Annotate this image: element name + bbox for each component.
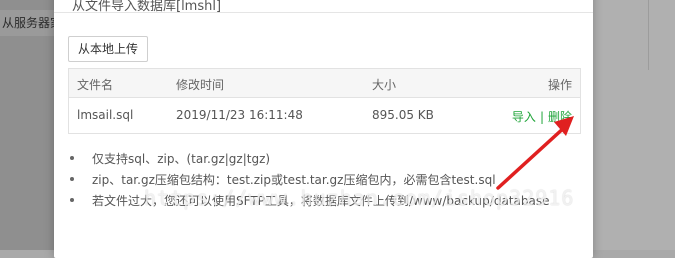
import-database-dialog: 从文件导入数据库[lmshl] 从本地上传 文件名 修改时间 大小 操作 lms…	[54, 0, 593, 258]
list-item: 仅支持sql、zip、(tar.gz|gz|tgz)	[68, 150, 549, 171]
header-actions: 操作	[547, 78, 572, 92]
background-server-text: 从服务器家	[2, 16, 63, 30]
file-modified-time: 2019/11/23 16:11:48	[176, 108, 303, 122]
arrow-shaft	[496, 124, 568, 190]
dialog-header-divider	[54, 12, 593, 13]
header-modified-time: 修改时间	[176, 78, 225, 92]
bullet-dot	[70, 156, 74, 160]
background-divider	[648, 0, 649, 70]
note-text: zip、tar.gz压缩包结构：test.zip或test.tar.gz压缩包内…	[92, 173, 496, 187]
upload-local-button[interactable]: 从本地上传	[68, 36, 148, 62]
header-filename: 文件名	[77, 78, 114, 92]
file-size: 895.05 KB	[372, 108, 434, 122]
table-header: 文件名 修改时间 大小 操作	[69, 69, 580, 98]
bullet-dot	[70, 198, 74, 202]
watermark-overlay: https://www.huzhan.com/ishop32916	[144, 186, 575, 210]
bullet-dot	[70, 177, 74, 181]
file-name: lmsail.sql	[77, 108, 134, 122]
header-size: 大小	[372, 78, 397, 92]
note-text: 仅支持sql、zip、(tar.gz|gz|tgz)	[92, 152, 271, 166]
background-right-panel	[592, 0, 675, 250]
